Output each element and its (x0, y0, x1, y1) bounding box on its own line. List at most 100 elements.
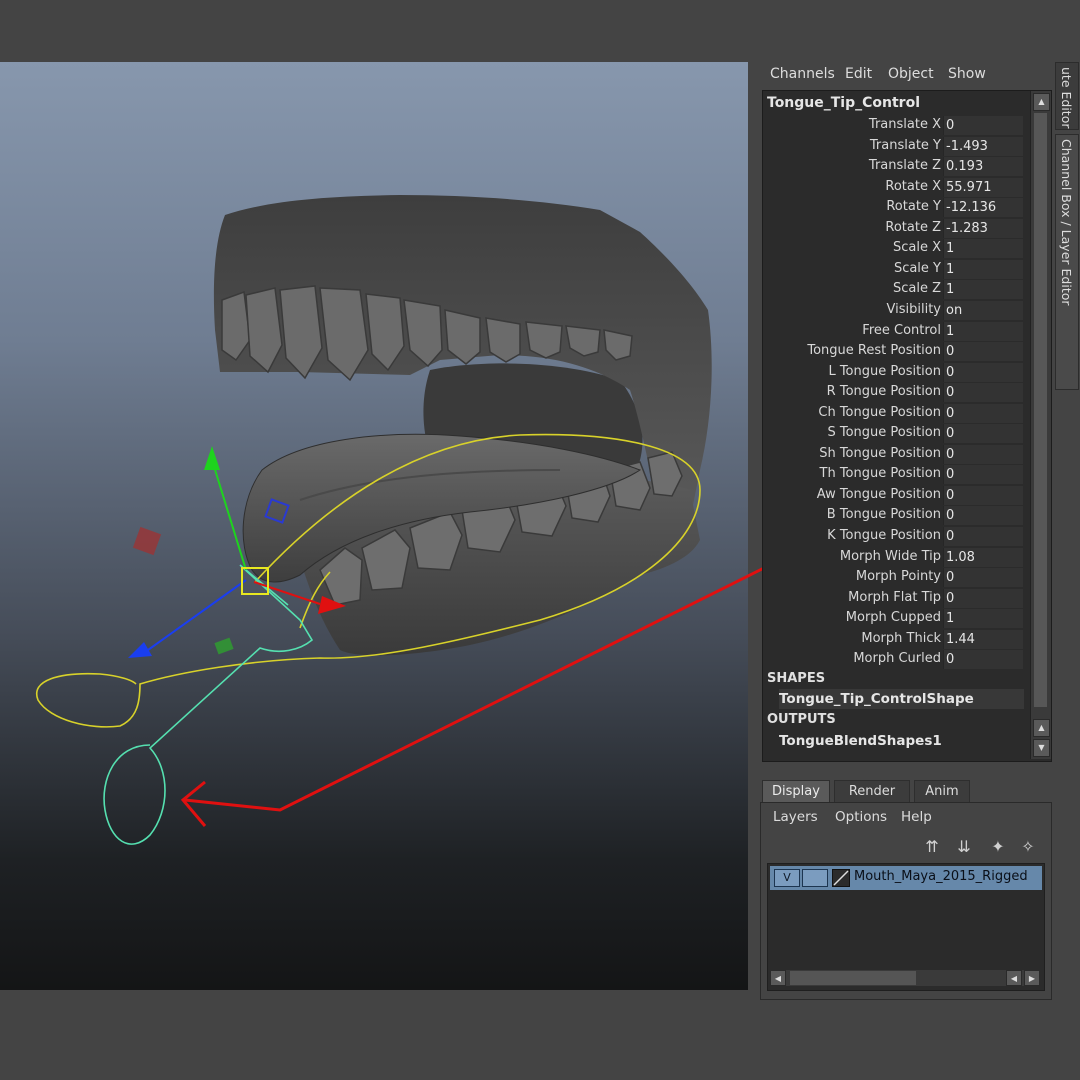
tab-render[interactable]: Render (834, 780, 910, 803)
scroll-left-icon[interactable]: ◀ (770, 970, 786, 986)
channel-label[interactable]: S Tongue Position (827, 425, 941, 440)
channel-row[interactable]: Scale Z1 (763, 279, 1025, 300)
channel-row[interactable]: Free Control 1 (763, 321, 1025, 341)
channel-label[interactable]: Scale Z (893, 281, 941, 296)
channel-label[interactable]: Sh Tongue Position (819, 446, 941, 461)
channel-value-field[interactable]: 0 (943, 465, 1023, 485)
channel-label[interactable]: Aw Tongue Position (817, 487, 941, 502)
channel-value-field[interactable]: 55.971 (943, 177, 1023, 197)
channel-value-field[interactable]: 0 (943, 650, 1023, 670)
channel-label[interactable]: Ch Tongue Position (818, 405, 941, 420)
menu-layers[interactable]: Layers (773, 809, 818, 825)
channel-value-field[interactable]: 0 (943, 403, 1023, 423)
channel-label[interactable]: Morph Flat Tip (848, 590, 941, 605)
output-node[interactable]: TongueBlendShapes1 (779, 731, 1024, 751)
channel-label[interactable]: Rotate Z (885, 220, 941, 235)
channel-row[interactable]: R Tongue Position 0 (763, 382, 1025, 403)
channel-value-field[interactable]: 1.44 (943, 629, 1023, 649)
channel-value-field[interactable]: 0 (943, 342, 1023, 362)
channel-value-field[interactable]: 1 (943, 239, 1023, 259)
channel-value-field[interactable]: -1.493 (943, 136, 1023, 156)
channel-label[interactable]: L Tongue Position (828, 364, 941, 379)
channel-value-field[interactable]: 0 (943, 568, 1023, 588)
channel-row[interactable]: Rotate Z -1.283 (763, 218, 1025, 238)
channel-label[interactable]: Visibility (887, 302, 941, 317)
channel-label[interactable]: Scale Y (894, 261, 941, 276)
menu-options[interactable]: Options (835, 809, 887, 825)
channel-row[interactable]: Ch Tongue Position 0 (763, 403, 1025, 423)
channel-value-field[interactable]: 0.193 (943, 157, 1023, 177)
channel-label[interactable]: Rotate X (885, 179, 941, 194)
channel-row[interactable]: Translate Z 0.193 (763, 156, 1025, 177)
channel-label[interactable]: B Tongue Position (827, 507, 941, 522)
channel-label[interactable]: Tongue Rest Position (807, 343, 941, 358)
shape-node[interactable]: Tongue_Tip_ControlShape (779, 689, 1024, 709)
channel-row[interactable]: B Tongue Position 0 (763, 505, 1025, 526)
layer-row[interactable]: V Mouth_Maya_2015_Rigged (770, 866, 1042, 890)
channel-value-field[interactable]: -12.136 (943, 198, 1023, 218)
create-layer-from-selected-icon[interactable]: ✧ (1017, 837, 1039, 857)
channel-row[interactable]: Th Tongue Position 0 (763, 464, 1025, 485)
channel-label[interactable]: Translate Y (870, 138, 941, 153)
tab-anim[interactable]: Anim (914, 780, 970, 803)
channel-value-field[interactable]: 0 (943, 424, 1023, 444)
channel-row[interactable]: Morph Flat Tip 0 (763, 588, 1025, 608)
channel-row[interactable]: Morph Thick 1.44 (763, 629, 1025, 649)
menu-help[interactable]: Help (901, 809, 932, 825)
channel-label[interactable]: Morph Wide Tip (840, 549, 941, 564)
channel-value-field[interactable]: 0 (943, 383, 1023, 403)
channel-label[interactable]: Morph Thick (861, 631, 941, 646)
channel-value-field[interactable]: 1 (943, 280, 1023, 300)
channel-row[interactable]: Rotate Y -12.136 (763, 197, 1025, 218)
scroll-right-icon[interactable]: ▶ (1024, 970, 1040, 986)
channel-value-field[interactable]: on (943, 300, 1023, 320)
node-name[interactable]: Tongue_Tip_Control (767, 95, 920, 111)
scroll-up-icon[interactable]: ▲ (1033, 93, 1050, 111)
menu-edit[interactable]: Edit (845, 66, 872, 82)
channel-row[interactable]: Sh Tongue Position 0 (763, 444, 1025, 464)
menu-object[interactable]: Object (888, 66, 934, 82)
hscroll-thumb[interactable] (790, 971, 916, 985)
channel-row[interactable]: Morph Pointy 0 (763, 567, 1025, 588)
move-layer-up-icon[interactable]: ⇈ (921, 837, 943, 857)
channel-box-scrollbar[interactable]: ▲ ▲ ▼ (1030, 91, 1051, 759)
channel-value-field[interactable]: 0 (943, 444, 1023, 464)
channel-row[interactable]: Scale Y1 (763, 259, 1025, 279)
channel-row[interactable]: Tongue Rest Position 0 (763, 341, 1025, 362)
layer-type-toggle[interactable] (802, 869, 828, 887)
channel-row[interactable]: Morph Wide Tip 1.08 (763, 547, 1025, 567)
layer-list-hscrollbar[interactable]: ◀ ◀ ▶ (770, 970, 1040, 986)
scroll-up-icon[interactable]: ▲ (1033, 719, 1050, 737)
channel-value-field[interactable]: 1 (943, 259, 1023, 279)
tab-attribute-editor[interactable]: ute Editor (1055, 62, 1079, 130)
layer-color-icon[interactable] (832, 869, 850, 887)
channel-row[interactable]: Rotate X 55.971 (763, 177, 1025, 197)
channel-row[interactable]: Translate Y -1.493 (763, 136, 1025, 156)
channel-label[interactable]: K Tongue Position (827, 528, 941, 543)
channel-value-field[interactable]: 0 (943, 506, 1023, 526)
channel-label[interactable]: Scale X (893, 240, 941, 255)
channel-row[interactable]: S Tongue Position 0 (763, 423, 1025, 444)
channel-row[interactable]: Morph Curled 0 (763, 649, 1025, 670)
channel-row[interactable]: Morph Cupped 1 (763, 608, 1025, 629)
channel-label[interactable]: Free Control (862, 323, 941, 338)
channel-label[interactable]: Translate X (869, 117, 941, 132)
channel-label[interactable]: Translate Z (869, 158, 941, 173)
channel-label[interactable]: Th Tongue Position (820, 466, 941, 481)
scroll-thumb[interactable] (1034, 113, 1047, 707)
menu-show[interactable]: Show (948, 66, 986, 82)
channel-value-field[interactable]: 1 (943, 609, 1023, 629)
channel-value-field[interactable]: 0 (943, 527, 1023, 546)
channel-value-field[interactable]: 1.08 (943, 547, 1023, 567)
create-empty-layer-icon[interactable]: ✦ (987, 837, 1009, 857)
channel-value-field[interactable]: 0 (943, 485, 1023, 505)
channel-value-field[interactable]: 0 (943, 362, 1023, 382)
channel-row[interactable]: L Tongue Position 0 (763, 362, 1025, 382)
channel-row[interactable]: Aw Tongue Position 0 (763, 485, 1025, 505)
channel-label[interactable]: Morph Pointy (856, 569, 941, 584)
menu-channels[interactable]: Channels (770, 66, 835, 82)
channel-label[interactable]: R Tongue Position (827, 384, 941, 399)
channel-row[interactable]: K Tongue Position 0 (763, 526, 1025, 546)
channel-label[interactable]: Morph Curled (853, 651, 941, 666)
tab-channel-box-layer-editor[interactable]: Channel Box / Layer Editor (1055, 134, 1079, 390)
